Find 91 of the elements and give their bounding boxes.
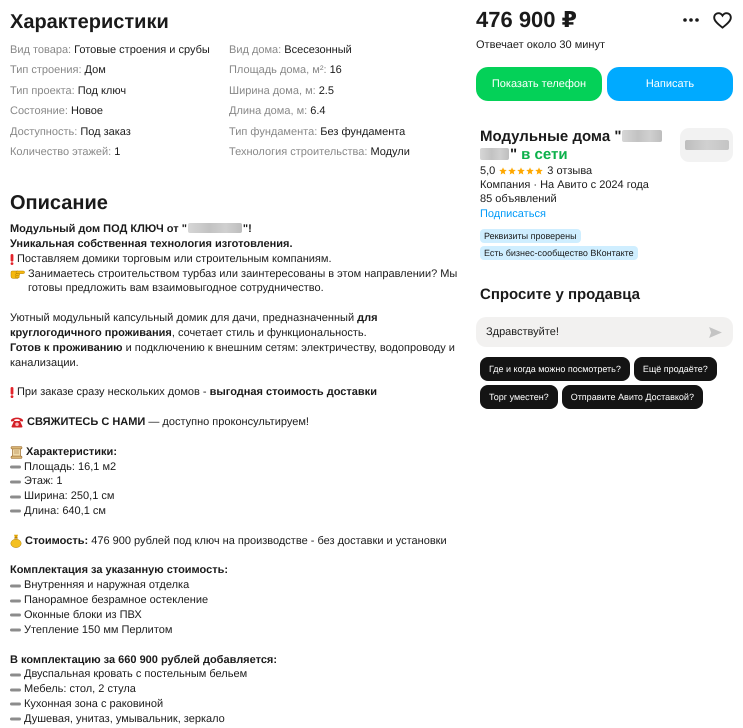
price: 476 900 ₽ (476, 6, 577, 34)
spec-label: Технология строительства: (229, 146, 368, 158)
scroll-icon (10, 446, 23, 459)
seller-name[interactable]: Модульные дома " (480, 128, 622, 145)
spec-label: Тип строения: (10, 64, 82, 76)
description-text: Характеристики: (26, 444, 117, 460)
spec-label: Тип проекта: (10, 84, 75, 97)
description-text: Готов к проживанию и подключению к внешним сетям: электричеству, водопроводу и канализации. (10, 342, 455, 369)
spec-value: Под заказ (80, 126, 131, 138)
blurred-placeholder (480, 148, 509, 160)
section-heading: Спросите у продавца (479, 285, 641, 305)
description-text: Душевая, унитаз, умывальник, зеркало (24, 712, 225, 727)
description-text: Уникальная собственная технология изготовления. (10, 238, 293, 250)
spec-label: Ширина дома, м: (229, 84, 316, 97)
spec-label: Длина дома, м: (229, 105, 308, 118)
description-text: Мебель: стол, 2 стула (24, 682, 136, 698)
dash-icon (10, 509, 21, 514)
more-icon[interactable] (683, 18, 699, 22)
spec-label: Площадь дома, м²: (229, 64, 327, 76)
spec-label: Доступность: (10, 126, 78, 138)
description-text: Уютный модульный капсульный домик для дачи, предназначенный для круглогодичного проживания, сочетает стиль и функциональность. (10, 312, 378, 339)
dash-icon (10, 717, 21, 722)
seller-badge: Реквизиты проверены (480, 229, 581, 243)
exclamation-icon (10, 254, 14, 265)
spec-value: Новое (70, 105, 103, 118)
dash-icon (10, 494, 21, 499)
description-text: Длина: 640,1 см (24, 504, 106, 519)
heart-icon[interactable] (713, 12, 732, 28)
description-text: В комплектацию за 660 900 рублей добавляется: (10, 654, 278, 666)
description-text: Модульный дом ПОД КЛЮЧ от " (10, 223, 187, 236)
description-text: Площадь: 16,1 м2 (24, 460, 116, 474)
description-text: Утепление 150 мм Перлитом (24, 622, 172, 638)
blurred-placeholder (622, 130, 662, 142)
description-text: Ширина: 250,1 см (24, 489, 114, 504)
pointing-hand-icon (10, 268, 25, 280)
listings-count[interactable]: 85 объявлений (480, 192, 680, 207)
reviews-link[interactable]: 3 отзыва (547, 164, 592, 178)
description-text: Двуспальная кровать с постельным бельем (24, 667, 248, 682)
dash-icon (10, 598, 21, 603)
dash-icon (10, 702, 21, 706)
spec-value: 1 (114, 146, 120, 158)
quick-reply-button[interactable]: Где и когда можно посмотреть? (480, 357, 630, 381)
dash-icon (10, 584, 21, 588)
description-text: Кухонная зона с раковиной (24, 697, 164, 712)
description-text: Внутренняя и наружная отделка (24, 578, 190, 594)
quick-reply-button[interactable]: Ещё продаёте? (634, 357, 717, 381)
description-text: Стоимость: 476 900 рублей под ключ на производстве - без доставки и установки (25, 534, 447, 549)
spec-value: Дом (84, 64, 106, 76)
dash-icon (10, 464, 21, 469)
message-field[interactable]: Здравствуйте! (476, 317, 733, 347)
description-text: Этаж: 1 (24, 474, 63, 490)
dash-icon (10, 628, 21, 632)
spec-value: Всесезонный (284, 44, 352, 56)
telephone-icon (10, 416, 24, 428)
seller-details: Компания · На Авито с 2024 года (480, 178, 650, 192)
dash-icon (10, 480, 21, 484)
spec-value: Под ключ (78, 84, 126, 97)
spec-value: Без фундамента (320, 126, 406, 138)
dash-icon (10, 613, 21, 618)
blurred-placeholder (188, 223, 242, 234)
spec-label: Состояние: (10, 105, 68, 118)
description-text: Поставляем домики торговым или строительным компаниям. (17, 252, 332, 267)
description-text: Занимаетесь строительством турбаз или заинтересованы в этом направлении? Мы готовы предложить вам взаимовыгодное сотрудничество. (28, 266, 458, 296)
section-heading: Описание (10, 191, 109, 216)
dash-icon (10, 672, 21, 677)
spec-value: 6.4 (310, 105, 326, 118)
response-time: Отвечает около 30 минут (476, 38, 606, 52)
spec-label: Вид дома: (229, 44, 282, 56)
description-text: Панорамное безрамное остекление (24, 593, 208, 608)
spec-value: 2.5 (318, 84, 334, 97)
description-text: При заказе сразу нескольких домов - выгодная стоимость доставки (17, 385, 377, 400)
spec-label: Вид товара: (10, 44, 72, 56)
money-bag-icon (10, 534, 22, 548)
section-heading: Характеристики (10, 10, 170, 34)
spec-value: Готовые строения и срубы (74, 44, 210, 56)
spec-value: 16 (330, 64, 342, 76)
description-text: "! (242, 223, 252, 236)
quick-reply-button[interactable]: Торг уместен? (480, 385, 558, 409)
description-text: Оконные блоки из ПВХ (24, 608, 142, 623)
online-status: в сети (521, 146, 568, 163)
quick-reply-button[interactable]: Отправите Авито Доставкой? (562, 385, 703, 409)
seller-badge: Есть бизнес-сообщество ВКонтакте (480, 246, 638, 260)
exclamation-icon (10, 387, 14, 398)
description-text: Комплектация за указанную стоимость: (10, 564, 228, 576)
dash-icon (10, 688, 21, 692)
spec-label: Тип фундамента: (229, 126, 318, 138)
seller-name[interactable]: " (510, 146, 518, 163)
rating-value: 5,0 (480, 164, 496, 178)
spec-label: Количество этажей: (10, 146, 112, 158)
spec-value: Модули (370, 146, 410, 158)
description-text: СВЯЖИТЕСЬ С НАМИ — доступно проконсультируем! (27, 415, 309, 430)
